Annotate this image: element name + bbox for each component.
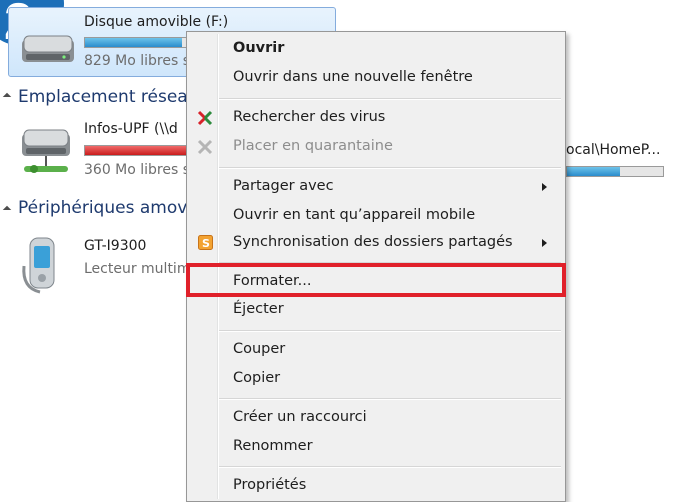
network-drive-capacity-fill bbox=[85, 146, 188, 155]
network-location-capacity-bar bbox=[566, 166, 664, 177]
menu-item-label: Propriétés bbox=[233, 477, 307, 493]
drive-free-space: 829 Mo libres s bbox=[84, 53, 191, 69]
menu-item-label: Renommer bbox=[233, 438, 313, 454]
drive-capacity-bar bbox=[84, 37, 194, 48]
menu-item-ouvrir-nouvelle-fenetre[interactable]: Ouvrir dans une nouvelle fenêtre bbox=[189, 65, 563, 91]
menu-item-rechercher-virus[interactable]: Rechercher des virus bbox=[189, 105, 563, 131]
menu-separator bbox=[219, 398, 561, 400]
submenu-arrow-icon bbox=[542, 183, 547, 191]
sync-icon: S bbox=[198, 235, 213, 250]
menu-item-label: Ouvrir bbox=[233, 40, 285, 56]
menu-separator bbox=[219, 98, 561, 100]
menu-item-creer-raccourci[interactable]: Créer un raccourci bbox=[189, 405, 563, 431]
section-header-network[interactable]: Emplacement résea bbox=[18, 87, 188, 107]
kaspersky-icon bbox=[197, 110, 213, 126]
menu-item-label: Copier bbox=[233, 370, 281, 386]
menu-separator bbox=[219, 466, 561, 468]
submenu-arrow-icon bbox=[542, 239, 547, 247]
svg-text:S: S bbox=[202, 237, 210, 250]
mobile-phone-icon bbox=[22, 237, 55, 294]
menu-item-couper[interactable]: Couper bbox=[189, 337, 563, 363]
kaspersky-icon bbox=[197, 139, 213, 155]
menu-item-label: Rechercher des virus bbox=[233, 109, 386, 125]
network-drive-free-space: 360 Mo libres s bbox=[84, 162, 191, 178]
network-drive-icon bbox=[22, 129, 70, 173]
collapse-arrow-icon[interactable] bbox=[2, 92, 12, 102]
menu-item-label: Couper bbox=[233, 341, 286, 357]
section-header-devices[interactable]: Périphériques amov bbox=[18, 198, 187, 218]
menu-item-renommer[interactable]: Renommer bbox=[189, 434, 563, 460]
menu-item-label: Placer en quarantaine bbox=[233, 138, 393, 154]
network-drive-capacity-bar bbox=[84, 145, 194, 156]
collapse-arrow-icon[interactable] bbox=[2, 205, 12, 215]
menu-item-ouvrir[interactable]: Ouvrir bbox=[189, 36, 563, 62]
device-name: GT-I9300 bbox=[84, 238, 147, 254]
drive-name: Disque amovible (F:) bbox=[84, 14, 229, 30]
menu-separator bbox=[219, 330, 561, 332]
menu-item-label: Ouvrir dans une nouvelle fenêtre bbox=[233, 69, 473, 85]
device-type: Lecteur multim bbox=[84, 261, 191, 277]
menu-item-placer-quarantaine: Placer en quarantaine bbox=[189, 134, 563, 160]
highlight-box bbox=[186, 263, 566, 297]
menu-item-label: Éjecter bbox=[233, 301, 284, 317]
menu-item-synchronisation[interactable]: S Synchronisation des dossiers partagés bbox=[189, 230, 563, 256]
menu-item-label: Ouvrir en tant qu’appareil mobile bbox=[233, 207, 476, 223]
menu-item-partager-avec[interactable]: Partager avec bbox=[189, 174, 563, 200]
menu-item-ouvrir-appareil-mobile[interactable]: Ouvrir en tant qu’appareil mobile bbox=[189, 203, 563, 229]
network-location-capacity-fill bbox=[567, 167, 620, 176]
menu-item-proprietes[interactable]: Propriétés bbox=[189, 473, 563, 499]
network-location-path: ocal\HomeP... bbox=[566, 142, 661, 158]
network-drive-name: Infos-UPF (\\d bbox=[84, 121, 178, 137]
menu-item-label: Créer un raccourci bbox=[233, 409, 367, 425]
drive-capacity-fill bbox=[85, 38, 183, 47]
menu-item-copier[interactable]: Copier bbox=[189, 366, 563, 392]
menu-item-label: Synchronisation des dossiers partagés bbox=[233, 234, 513, 250]
menu-separator bbox=[219, 167, 561, 169]
menu-item-ejecter[interactable]: Éjecter bbox=[189, 297, 563, 323]
menu-item-label: Partager avec bbox=[233, 178, 334, 194]
removable-drive-icon bbox=[22, 35, 74, 62]
